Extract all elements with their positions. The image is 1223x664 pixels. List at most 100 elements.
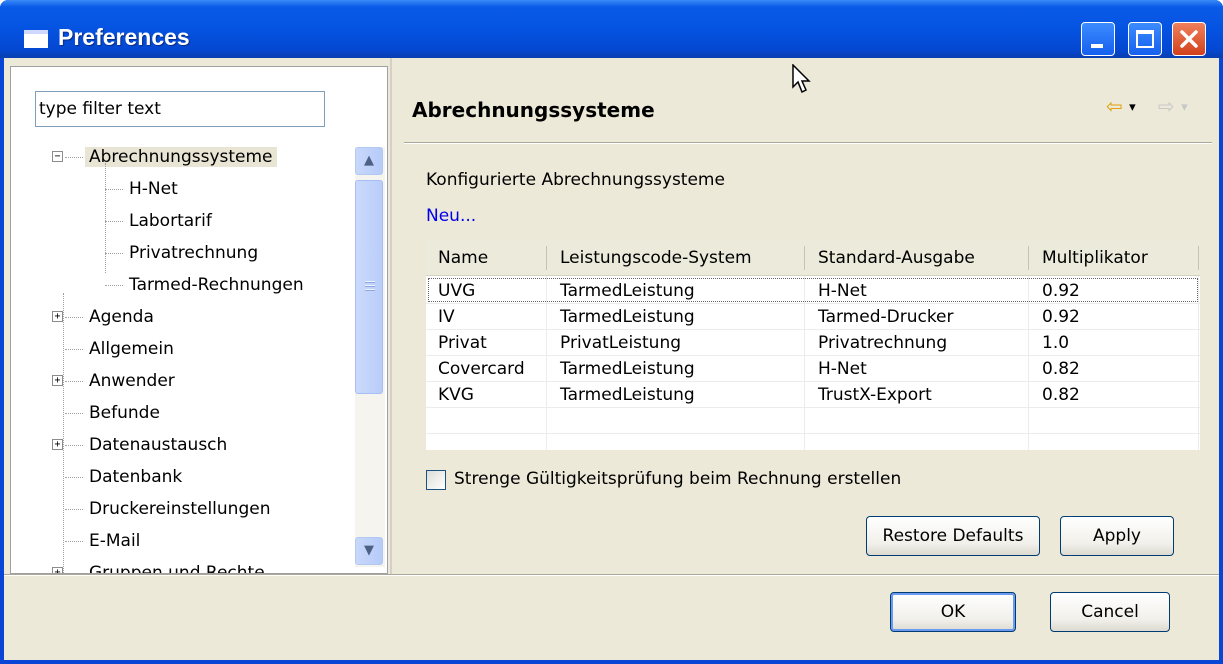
grip-line (365, 285, 375, 287)
cancel-button[interactable]: Cancel (1050, 592, 1170, 632)
tree-item[interactable]: Agenda (85, 303, 158, 331)
expand-icon[interactable]: + (52, 567, 63, 573)
expand-icon[interactable]: + (52, 311, 63, 322)
filter-input[interactable] (35, 91, 325, 127)
ok-button[interactable]: OK (890, 592, 1016, 632)
table-row[interactable]: KVG TarmedLeistung TrustX-Export 0.82 (426, 382, 1200, 408)
row-focus-indicator (428, 278, 1198, 302)
tree-item[interactable]: E-Mail (85, 527, 144, 555)
table-row[interactable]: IV TarmedLeistung Tarmed-Drucker 0.92 (426, 304, 1200, 330)
section-label: Konfigurierte Abrechnungssysteme (426, 170, 725, 190)
tree-item[interactable]: Gruppen und Rechte (85, 559, 269, 573)
table-cell: H-Net (818, 359, 867, 379)
tree-item[interactable]: H-Net (125, 175, 182, 203)
scroll-thumb[interactable] (355, 180, 383, 394)
column-header-name[interactable]: Name (426, 240, 546, 276)
tree-item-label: Datenaustausch (89, 435, 228, 455)
scroll-up-button[interactable]: ▲ (355, 147, 383, 175)
tree-item[interactable]: Allgemein (85, 335, 178, 363)
tree-item-label: Druckereinstellungen (89, 499, 271, 519)
table-row[interactable] (426, 408, 1200, 434)
forward-button[interactable]: ⇨ ▾ (1158, 94, 1188, 118)
column-header-code-system[interactable]: Leistungscode-System (548, 240, 806, 276)
table-cell: IV (438, 307, 455, 327)
close-button[interactable] (1172, 22, 1206, 56)
column-separator (804, 246, 805, 270)
tree-item[interactable]: Datenbank (85, 463, 186, 491)
tree-connector (65, 381, 83, 382)
tree-item-label: Datenbank (89, 467, 183, 487)
back-button[interactable]: ⇦ ▾ (1106, 94, 1136, 118)
tree-connector (105, 285, 123, 286)
tree-connector (65, 413, 83, 414)
tree-item[interactable]: Labortarif (125, 207, 216, 235)
restore-defaults-button[interactable]: Restore Defaults (866, 516, 1040, 556)
tree-item-label: E-Mail (89, 531, 141, 551)
tree-item-label: Allgemein (89, 339, 174, 359)
tree-item[interactable]: Tarmed-Rechnungen (125, 271, 308, 299)
minimize-button[interactable] (1081, 22, 1115, 56)
table-row[interactable]: Covercard TarmedLeistung H-Net 0.82 (426, 356, 1200, 382)
maximize-icon (1136, 30, 1154, 48)
maximize-button[interactable] (1128, 22, 1162, 56)
column-header-multiplier[interactable]: Multiplikator (1030, 240, 1200, 276)
expand-icon[interactable]: + (52, 375, 63, 386)
collapse-icon[interactable]: − (52, 151, 63, 162)
forward-dropdown-icon[interactable]: ▾ (1181, 100, 1188, 115)
tree-connector (65, 349, 83, 350)
tree-item[interactable]: Druckereinstellungen (85, 495, 274, 523)
column-header-output[interactable]: Standard-Ausgabe (806, 240, 1028, 276)
tree-item[interactable]: Datenaustausch (85, 431, 231, 459)
tree-item-label: Agenda (89, 307, 154, 327)
apply-button[interactable]: Apply (1060, 516, 1174, 556)
dialog-body: Abrechnungssysteme − H-Net Labortarif Privat… (4, 58, 1219, 660)
tree-connector (105, 221, 123, 222)
strict-validation-checkbox[interactable] (426, 470, 446, 490)
strict-validation-label: Strenge Gültigkeitsprüfung beim Rechnung… (454, 469, 902, 489)
table-cell: 0.82 (1042, 359, 1080, 379)
minimize-icon (1091, 44, 1103, 48)
bottom-divider (4, 574, 1219, 576)
scroll-down-button[interactable]: ▼ (355, 537, 383, 565)
back-dropdown-icon[interactable]: ▾ (1129, 100, 1136, 115)
pane-sash[interactable] (390, 58, 392, 576)
preferences-window: Preferences Abrechnungssysteme − H-Net Labo… (0, 0, 1223, 664)
tree-item[interactable]: Privatrechnung (125, 239, 262, 267)
table-header: Name Leistungscode-System Standard-Ausga… (426, 240, 1200, 276)
chevron-up-icon: ▲ (364, 153, 374, 168)
tree-item[interactable]: Anwender (85, 367, 179, 395)
title-bar[interactable]: Preferences (0, 0, 1223, 58)
preference-tree: Abrechnungssysteme − H-Net Labortarif Privat… (35, 143, 349, 573)
tree-connector (65, 541, 83, 542)
table-cell: TarmedLeistung (560, 307, 695, 327)
tree-item-label: Befunde (89, 403, 160, 423)
table-cell: TarmedLeistung (560, 359, 695, 379)
tree-item-label: Gruppen und Rechte (89, 563, 265, 573)
tree-scrollbar[interactable]: ▲ ▼ (355, 147, 385, 567)
page-title: Abrechnungssysteme (412, 98, 655, 122)
billing-systems-table[interactable]: Name Leistungscode-System Standard-Ausga… (426, 240, 1200, 450)
table-cell: 0.82 (1042, 385, 1080, 405)
tree-connector (63, 293, 64, 573)
table-row[interactable]: Privat PrivatLeistung Privatrechnung 1.0 (426, 330, 1200, 356)
table-cell: Tarmed-Drucker (818, 307, 954, 327)
tree-connector (65, 157, 83, 158)
tree-item[interactable]: Abrechnungssysteme (85, 143, 277, 171)
chevron-down-icon: ▼ (364, 543, 374, 558)
tree-item[interactable]: Befunde (85, 399, 164, 427)
tree-connector (65, 445, 83, 446)
preference-tree-pane: Abrechnungssysteme − H-Net Labortarif Privat… (10, 66, 388, 574)
column-separator (1028, 246, 1029, 270)
new-link[interactable]: Neu... (426, 206, 476, 226)
table-cell: PrivatLeistung (560, 333, 682, 353)
tree-item-label: Abrechnungssysteme (85, 147, 277, 167)
back-arrow-icon: ⇦ (1106, 94, 1123, 118)
tree-connector (105, 163, 106, 273)
tree-item-label: H-Net (129, 179, 178, 199)
table-cell: TrustX-Export (818, 385, 932, 405)
table-cell: Privat (438, 333, 487, 353)
tree-connector (65, 509, 83, 510)
table-cell: TarmedLeistung (560, 385, 695, 405)
window-title: Preferences (58, 24, 190, 50)
expand-icon[interactable]: + (52, 439, 63, 450)
